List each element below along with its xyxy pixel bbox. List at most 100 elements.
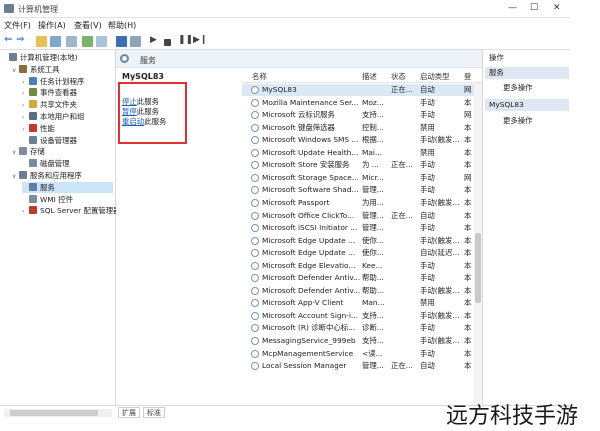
service-name: Mozilla Maintenance Ser... (262, 97, 359, 107)
tree-item[interactable]: › 共享文件夹 (22, 99, 113, 110)
tree-item[interactable]: ∨ 服务和应用程序 (12, 170, 113, 181)
service-name: Microsoft (R) 诊断中心标... (262, 323, 356, 333)
expand-icon[interactable]: ∨ (12, 171, 19, 182)
column-startup-type[interactable]: 启动类型 (420, 71, 450, 82)
service-row[interactable]: Microsoft Store 安装服务 为 ... 正在... 手动 本 (242, 159, 474, 171)
refresh-icon[interactable] (82, 36, 93, 47)
expand-icon[interactable]: › (22, 100, 29, 111)
tree-item[interactable]: 磁盘管理 (22, 158, 113, 169)
menu-file[interactable]: 文件(F) (4, 20, 31, 31)
column-name[interactable]: 名称 (252, 71, 267, 82)
service-row[interactable]: Microsoft Passport 为用... 手动(触发... 本 (242, 197, 474, 209)
service-row[interactable]: MessagingService_999eb 支持... 手动(触发... 本 (242, 335, 474, 347)
service-name: Microsoft 键盘筛选器 (262, 122, 335, 132)
tree-item[interactable]: ∨ 存储 (12, 146, 113, 157)
list-icon[interactable] (66, 36, 77, 47)
expand-icon[interactable]: › (22, 206, 29, 217)
tree-item-label: 事件查看器 (40, 88, 77, 98)
tree-item[interactable]: 计算机管理(本地) (2, 52, 113, 63)
more-actions-services[interactable]: 更多操作 (503, 82, 533, 93)
stop-icon[interactable] (164, 39, 171, 46)
service-row[interactable]: Microsoft Storage Space... Micr... 手动 网 (242, 172, 474, 184)
service-row[interactable]: Microsoft Account Sign-i... 支持... 手动(触发...… (242, 310, 474, 322)
service-description: <读... (362, 348, 383, 358)
service-description: 控制... (362, 122, 384, 132)
grid-icon[interactable] (50, 36, 61, 47)
minimize-button[interactable]: — (508, 3, 517, 13)
service-row[interactable]: Microsoft iSCSI Initiator ... 管理... 手动 本 (242, 222, 474, 234)
tree-item[interactable]: › 任务计划程序 (22, 76, 113, 87)
expand-icon[interactable]: › (22, 124, 29, 135)
toolbar: ⇐ ⇒ ▶ ❚❚ ▶❙ (0, 33, 570, 50)
tree-item[interactable]: › 本地用户和组 (22, 111, 113, 122)
tree-item[interactable]: ∨ 系统工具 (12, 64, 113, 75)
service-row[interactable]: Microsoft Windows SMS ... 根据... 手动(触发... 本 (242, 134, 474, 146)
service-description: 支持... (362, 110, 384, 120)
service-logon: 本 (464, 323, 472, 333)
export-icon[interactable] (96, 36, 107, 47)
service-row[interactable]: Microsoft Edge Update ... 使你... 自动(延迟... 本 (242, 247, 474, 259)
tree-item[interactable]: › 性能 (22, 123, 113, 134)
tab-standard[interactable]: 标准 (143, 407, 165, 418)
column-logon[interactable]: 登 (464, 71, 471, 82)
service-row[interactable]: Mozilla Maintenance Ser... Moz... 手动 本 (242, 97, 474, 109)
expand-icon[interactable]: › (22, 77, 29, 88)
tree-item[interactable]: WMI 控件 (22, 194, 113, 205)
help-icon[interactable] (116, 36, 127, 47)
close-button[interactable]: ✕ (553, 3, 561, 13)
restart-icon[interactable]: ▶❙ (193, 35, 207, 46)
service-gear-icon (251, 86, 259, 94)
more-actions-mysql[interactable]: 更多操作 (503, 115, 533, 126)
expand-icon[interactable]: › (22, 112, 29, 123)
horizontal-scrollbar[interactable] (4, 409, 112, 417)
tab-extended[interactable]: 扩展 (118, 407, 140, 418)
expand-icon[interactable]: ∨ (12, 65, 19, 76)
tree-item-label: 磁盘管理 (40, 159, 70, 169)
service-description: Mai... (362, 147, 383, 157)
service-row[interactable]: Microsoft (R) 诊断中心标... 诊断... 手动 本 (242, 322, 474, 334)
service-row[interactable]: Microsoft Edge Update ... 使你... 手动(触发... 本 (242, 235, 474, 247)
service-row[interactable]: Microsoft Edge Elevatio... Kee... 手动 本 (242, 260, 474, 272)
service-gear-icon (251, 198, 259, 207)
service-startup-type: 手动 (420, 223, 435, 233)
service-row[interactable]: MySQL83 正在... 自动 网 (242, 84, 474, 97)
expand-icon[interactable]: ∨ (12, 147, 19, 158)
service-row[interactable]: Microsoft Defender Antiv... 帮助... 手动 本 (242, 272, 474, 284)
column-description[interactable]: 描述 (362, 71, 377, 82)
scroll-thumb[interactable] (475, 233, 481, 303)
service-row[interactable]: Microsoft Software Shad... 管理... 手动 本 (242, 184, 474, 196)
tree-item[interactable]: 设备管理器 (22, 135, 113, 146)
menu-view[interactable]: 查看(V) (74, 20, 102, 31)
service-row[interactable]: Microsoft Defender Antiv... 帮助... 手动(触发...… (242, 285, 474, 297)
service-gear-icon (251, 148, 259, 157)
maximize-button[interactable]: ☐ (530, 3, 538, 13)
menu-action[interactable]: 操作(A) (38, 20, 66, 31)
tree-item[interactable]: 服务 (22, 181, 113, 193)
column-status[interactable]: 状态 (391, 71, 406, 82)
properties-icon[interactable] (130, 36, 141, 47)
forward-icon[interactable]: ⇒ (16, 34, 27, 45)
service-gear-icon (251, 211, 259, 220)
play-icon[interactable]: ▶ (150, 35, 161, 46)
tree-item[interactable]: › SQL Server 配置管理器 (22, 205, 121, 217)
menu-help[interactable]: 帮助(H) (108, 20, 136, 31)
actions-group-mysql[interactable]: MySQL83 (485, 99, 569, 111)
service-row[interactable]: Microsoft 云标识服务 支持... 手动 网 (242, 109, 474, 121)
service-row[interactable]: Microsoft App-V Client Man... 禁用 本 (242, 297, 474, 309)
horizontal-scroll-thumb[interactable] (10, 410, 98, 416)
service-row[interactable]: Microsoft 键盘筛选器 控制... 禁用 本 (242, 122, 474, 134)
service-row[interactable]: Microsoft Update Health... Mai... 禁用 本 (242, 147, 474, 159)
service-row[interactable]: Microsoft Office ClickTo... 管理... 正在... 自动 本 (242, 210, 474, 222)
expand-icon[interactable]: › (22, 88, 29, 99)
tree-node-icon (29, 100, 37, 109)
tree-item[interactable]: › 事件查看器 (22, 87, 113, 98)
folder-icon[interactable] (36, 36, 47, 47)
service-row[interactable]: McpManagementService <读... 手动 本 (242, 348, 474, 360)
pause-icon[interactable]: ❚❚ (178, 35, 193, 46)
vertical-scrollbar[interactable] (474, 83, 482, 405)
service-row[interactable]: Local Session Manager 管理... 正在... 自动 本 (242, 360, 474, 372)
back-icon[interactable]: ⇐ (4, 34, 15, 45)
service-name: Microsoft iSCSI Initiator ... (262, 223, 358, 233)
actions-group-services[interactable]: 服务 (485, 67, 569, 79)
service-name: Microsoft Store 安装服务 (262, 160, 350, 170)
